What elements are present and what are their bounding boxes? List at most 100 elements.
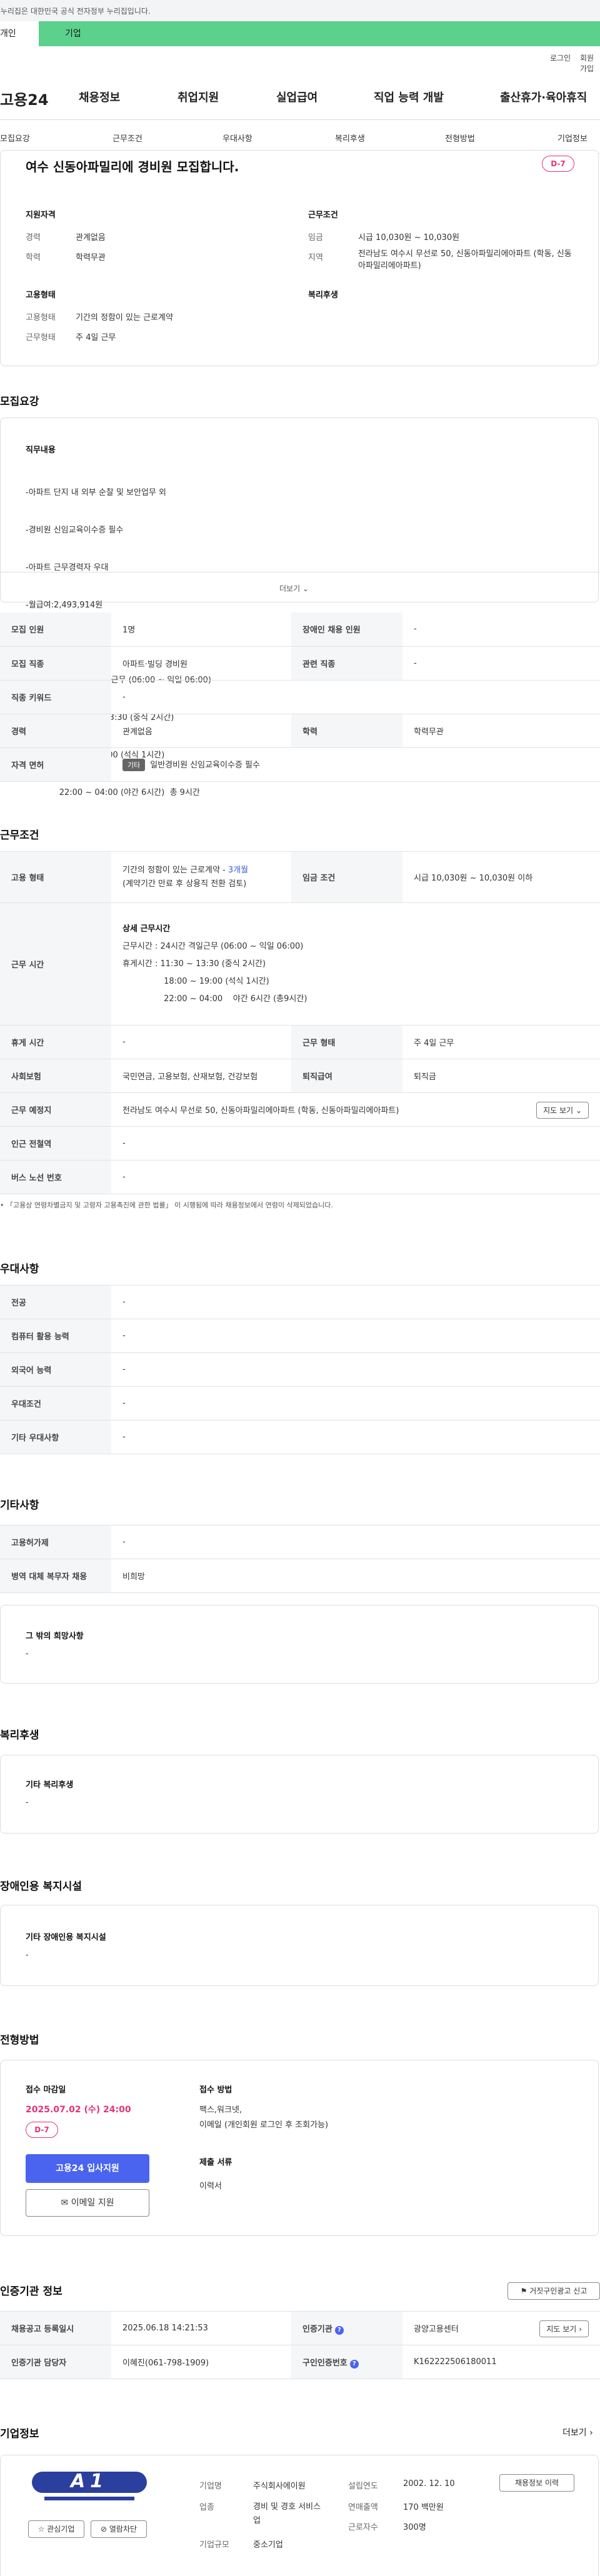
favorite-company-button[interactable]: ☆ 관심기업	[28, 2520, 84, 2538]
disability-box-title: 기타 장애인용 복지시설	[26, 1933, 106, 1942]
global-nav: 고용24 채용정보 취업지원 실업급여 직업 능력 개발 출산휴가·육아휴직	[0, 74, 600, 120]
worktype-value: 주 4일 근무	[76, 333, 116, 342]
deadline-title: 접수 마감일	[26, 2085, 66, 2095]
welfare-heading: 복리후생	[0, 1729, 39, 1742]
employees-value: 300명	[403, 2523, 426, 2532]
table-row: 자격 면허 기타 일반경비원 신임교육이수증 필수	[0, 747, 600, 782]
region-value: 전라남도 여수시 무선로 50, 신동아파밀리에아파트 (학동, 신동아파밀리에…	[358, 249, 572, 271]
found-label: 설립연도	[348, 2482, 378, 2491]
company-name-label: 기업명	[199, 2482, 222, 2491]
preferences-table: 전공 - 컴퓨터 활용 능력 - 외국어 능력 - 우대조건 - 기타 우대사항 -	[0, 1285, 600, 1454]
qual-title: 지원자격	[26, 211, 56, 220]
tab-company[interactable]: 기업정보	[558, 132, 588, 144]
process-card: 접수 마감일 2025.07.02 (수) 24:00 D-7 고용24 입사지…	[0, 2060, 599, 2236]
chevron-right-icon: ›	[579, 2325, 582, 2334]
license-badge: 기타	[122, 758, 146, 771]
tab-personal[interactable]: 개인	[0, 21, 39, 46]
gnb-menu-jobs[interactable]: 채용정보	[79, 89, 120, 105]
gnb-menu-training[interactable]: 직업 능력 개발	[374, 89, 444, 105]
block-company-button[interactable]: ⊘ 열람차단	[91, 2520, 147, 2538]
table-row: 근무 예정지 전라남도 여수시 무선로 50, 신동아파밀리에아파트 (학동, 신…	[0, 1092, 600, 1127]
gnb-menu-unemployment[interactable]: 실업급여	[276, 89, 318, 105]
tab-recruit[interactable]: 모집요강	[0, 132, 30, 144]
site-logo[interactable]: 고용24	[0, 87, 49, 109]
table-row: 고용허가제 -	[0, 1525, 600, 1559]
table-row: 병역 대체 복무자 채용 비희망	[0, 1559, 600, 1593]
table-row: 우대조건 -	[0, 1386, 600, 1420]
welfare-title: 복리후생	[308, 291, 338, 300]
conditions-heading: 근무조건	[0, 829, 39, 842]
gnb-menu-employment-support[interactable]: 취업지원	[178, 89, 219, 105]
apply-button[interactable]: 고용24 입사지원	[26, 2154, 149, 2183]
tab-welfare[interactable]: 복리후생	[335, 132, 365, 144]
chevron-down-icon: ⌄	[302, 584, 309, 593]
table-row: 고용 형태 기간의 정함이 있는 근로계약 - 3개월 (계약기간 만료 후 상용…	[0, 851, 600, 903]
docs-value: 이력서	[199, 2182, 222, 2191]
table-row: 휴게 시간 - 근무 형태 주 4일 근무	[0, 1025, 600, 1059]
table-row: 외국어 능력 -	[0, 1352, 600, 1387]
tab-conditions[interactable]: 근무조건	[112, 132, 142, 144]
section-tabs: 모집요강 근무조건 우대사항 복리후생 전형방법 기업정보	[0, 120, 600, 154]
duty-title: 직무내용	[26, 446, 56, 455]
size-value: 중소기업	[253, 2540, 283, 2550]
emp-title: 고용형태	[26, 291, 56, 300]
table-row: 인근 전철역 -	[0, 1126, 600, 1161]
welfare-card: 기타 복리후생 -	[0, 1755, 599, 1834]
industry-label: 업종	[199, 2503, 214, 2512]
join-link[interactable]: 회원가입	[580, 52, 600, 74]
process-heading: 전형방법	[0, 2034, 39, 2047]
conditions-table: 고용 형태 기간의 정함이 있는 근로계약 - 3개월 (계약기간 만료 후 상용…	[0, 851, 600, 1194]
table-row: 버스 노선 번호 -	[0, 1160, 600, 1194]
chevron-right-icon: ›	[589, 2428, 593, 2438]
email-apply-button[interactable]: ✉ 이메일 지원	[26, 2189, 149, 2217]
found-value: 2002. 12. 10	[403, 2479, 455, 2489]
table-row: 모집 직종 아파트·빌딩 경비원 관련 직종 -	[0, 646, 600, 681]
welfare-box-value: -	[26, 1798, 29, 1807]
sales-value: 170 백만원	[403, 2503, 444, 2512]
employees-label: 근로자수	[348, 2523, 378, 2532]
region-label: 지역	[308, 253, 323, 262]
recruit-heading: 모집요강	[0, 396, 39, 408]
wage-label: 임금	[308, 233, 323, 242]
disability-box-value: -	[26, 1950, 29, 1960]
emptype-value: 기간의 정함이 있는 근로계약	[76, 313, 173, 322]
career-label: 경력	[26, 233, 41, 242]
company-logo: A1	[32, 2469, 147, 2507]
mail-icon: ✉	[61, 2198, 69, 2208]
size-label: 기업규모	[199, 2540, 229, 2550]
tab-process[interactable]: 전형방법	[445, 132, 475, 144]
job-history-button[interactable]: 채용정보 이력	[499, 2474, 574, 2492]
deadline-value: 2025.07.02 (수) 24:00	[26, 2105, 131, 2115]
welfare-box-title: 기타 복리후생	[26, 1780, 74, 1790]
license-value: 일반경비원 신임교육이수증 필수	[150, 760, 260, 770]
info-icon[interactable]: ?	[349, 2359, 359, 2369]
dday-badge: D-7	[26, 2122, 58, 2138]
map-button[interactable]: 지도 보기 ›	[539, 2320, 589, 2337]
etc-table: 고용허가제 - 병역 대체 복무자 채용 비희망	[0, 1525, 600, 1593]
table-row: 컴퓨터 활용 능력 -	[0, 1319, 600, 1353]
gov-notice-bar: 이 누리집은 대한민국 공식 전자정부 누리집입니다.	[0, 0, 600, 21]
method-value-2: 이메일 (개인회원 로그인 후 조회가능)	[199, 2120, 329, 2130]
company-card: A1 ☆ 관심기업 ⊘ 열람차단 기업명 주식회사에이원 업종 경비 및 경호 …	[0, 2455, 599, 2576]
info-icon[interactable]: ?	[334, 2325, 344, 2335]
company-heading: 기업정보	[0, 2428, 39, 2440]
company-name: 주식회사에이원	[253, 2482, 306, 2491]
block-icon: ⊘	[100, 2525, 108, 2534]
table-row: 모집 인원 1명 장애인 채용 인원 -	[0, 612, 600, 647]
star-icon: ☆	[38, 2525, 45, 2534]
gov-notice-text: 이 누리집은 대한민국 공식 전자정부 누리집입니다.	[0, 7, 151, 16]
industry-value: 경비 및 경호 서비스업	[253, 2502, 321, 2525]
recruit-table: 모집 인원 1명 장애인 채용 인원 - 모집 직종 아파트·빌딩 경비원 관련 직종 - …	[0, 612, 600, 782]
chevron-down-icon: ⌄	[575, 1106, 582, 1115]
tab-company[interactable]: 기업	[39, 21, 600, 46]
worktype-label: 근무형태	[26, 333, 56, 342]
map-button[interactable]: 지도 보기 ⌄	[536, 1102, 589, 1119]
login-link[interactable]: 로그인	[550, 52, 571, 63]
etc-heading: 기타사항	[0, 1499, 39, 1512]
tab-preferences[interactable]: 우대사항	[222, 132, 252, 144]
company-more-link[interactable]: 더보기 ›	[562, 2426, 593, 2439]
table-row: 직종 키워드 -	[0, 680, 600, 714]
more-button[interactable]: 더보기 ⌄	[279, 583, 309, 594]
gnb-menu-leave[interactable]: 출산휴가·육아휴직	[500, 89, 587, 105]
report-fake-ad-button[interactable]: ⚑ 거짓구인광고 신고	[508, 2282, 600, 2300]
